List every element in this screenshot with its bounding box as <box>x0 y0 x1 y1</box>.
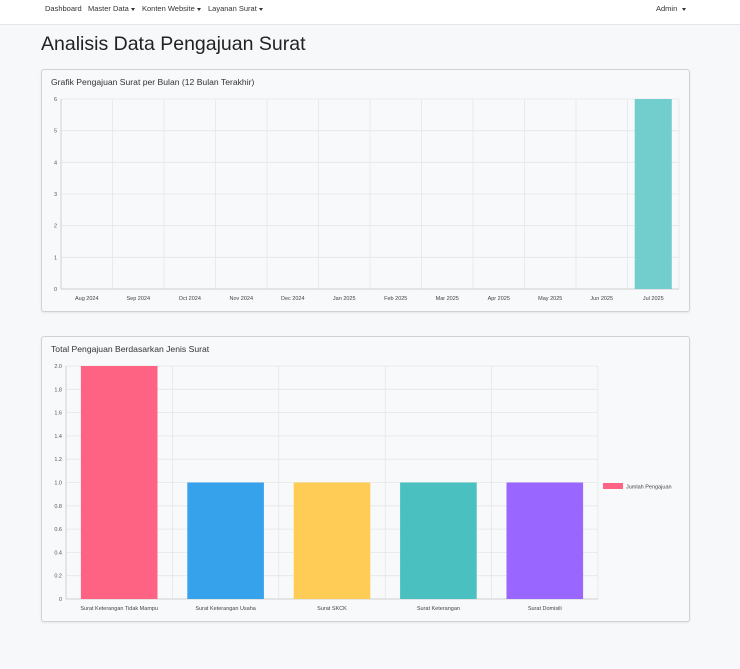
nav-konten-website-label: Konten Website <box>142 4 195 13</box>
chevron-down-icon <box>682 7 687 11</box>
y-tick-label: 1.0 <box>54 481 62 487</box>
x-tick-label: Oct 2024 <box>179 296 201 302</box>
nav-layanan-surat[interactable]: Layanan Surat <box>208 4 263 13</box>
bar <box>293 482 371 599</box>
x-tick-label: Aug 2024 <box>75 296 99 302</box>
nav-master-data-label: Master Data <box>88 4 129 13</box>
chevron-down-icon <box>258 7 263 11</box>
type-bar-chart: 0 0.2 0.4 0.6 0.8 1.0 1.2 1.4 1.6 1.8 2.0 Surat Ket… <box>54 364 672 612</box>
y-tick-label: 1 <box>54 255 57 261</box>
x-tick-label: Jul 2025 <box>643 296 664 302</box>
x-tick-label: Sep 2024 <box>126 296 150 302</box>
y-tick-label: 6 <box>54 97 57 103</box>
bar <box>187 482 264 599</box>
x-tick-label: Feb 2025 <box>384 296 407 302</box>
y-tick-label: 0.4 <box>54 550 62 556</box>
y-tick-label: 1.4 <box>54 434 62 440</box>
x-tick-label: May 2025 <box>538 296 562 302</box>
nav-konten-website[interactable]: Konten Website <box>142 4 201 13</box>
monthly-chart-card: Grafik Pengajuan Surat per Bulan (12 Bul… <box>41 69 690 312</box>
y-tick-label: 4 <box>54 160 57 166</box>
y-tick-label: 1.8 <box>54 387 62 393</box>
y-tick-label: 0.8 <box>54 504 62 510</box>
x-tick-label: Apr 2025 <box>488 296 510 302</box>
y-tick-label: 0 <box>54 287 57 293</box>
x-tick-label: Nov 2024 <box>229 296 253 302</box>
top-navbar: Dashboard Master Data Konten Website Lay… <box>0 0 740 25</box>
x-tick-label: Dec 2024 <box>281 296 305 302</box>
y-tick-label: 5 <box>54 129 57 135</box>
nav-master-data[interactable]: Master Data <box>88 4 135 13</box>
y-tick-label: 0 <box>59 597 62 603</box>
y-tick-label: 1.2 <box>54 457 62 463</box>
x-tick-label: Surat SKCK <box>317 606 347 612</box>
y-tick-label: 0.6 <box>54 527 62 533</box>
x-tick-label: Surat Keterangan Tidak Mampu <box>80 606 158 612</box>
bar <box>80 366 158 599</box>
nav-user-admin[interactable]: Admin <box>656 4 687 13</box>
monthly-bar-chart: 0 1 2 3 4 5 6 Aug 2024 Sep 2024 Oct 2024 Nov 2024 D… <box>54 97 680 302</box>
nav-dashboard[interactable]: Dashboard <box>45 4 82 13</box>
x-tick-label: Surat Keterangan Usaha <box>195 606 256 612</box>
legend-label: Jumlah Pengajuan <box>626 485 672 491</box>
type-chart-card: Total Pengajuan Berdasarkan Jenis Surat … <box>41 336 690 622</box>
x-tick-label: Surat Domisili <box>528 606 562 612</box>
legend-swatch <box>603 483 623 489</box>
x-tick-label: Mar 2025 <box>436 296 459 302</box>
y-tick-label: 1.6 <box>54 411 62 417</box>
page-title: Analisis Data Pengajuan Surat <box>41 33 306 55</box>
bar <box>634 99 672 289</box>
x-tick-label: Surat Keterangan <box>417 606 460 612</box>
y-tick-label: 2.0 <box>54 364 62 370</box>
y-tick-label: 2 <box>54 224 57 230</box>
bar <box>506 482 584 599</box>
nav-layanan-surat-label: Layanan Surat <box>208 4 257 13</box>
nav-user-label: Admin <box>656 4 678 13</box>
chevron-down-icon <box>196 7 201 11</box>
y-tick-label: 0.2 <box>54 574 62 580</box>
bar <box>400 482 477 599</box>
chevron-down-icon <box>130 7 135 11</box>
x-tick-label: Jan 2025 <box>333 296 356 302</box>
y-tick-label: 3 <box>54 192 57 198</box>
x-tick-label: Jun 2025 <box>590 296 613 302</box>
